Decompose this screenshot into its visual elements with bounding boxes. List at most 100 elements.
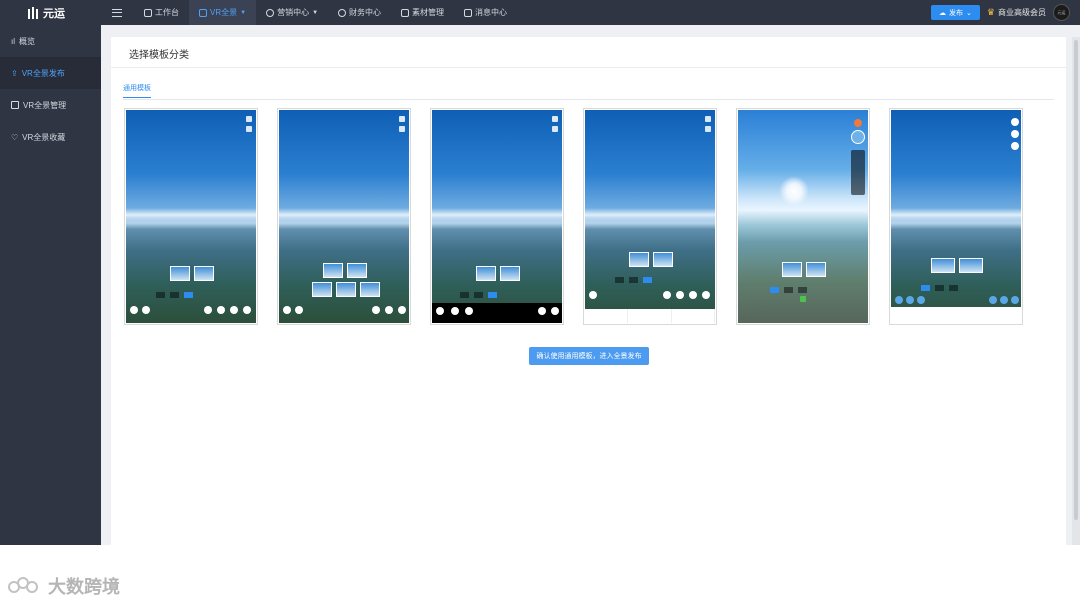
menu-dot-icon	[538, 307, 546, 315]
message-icon	[464, 8, 473, 17]
scene-groups	[615, 277, 652, 283]
menu-dot-icon	[1000, 296, 1008, 304]
template-card[interactable]	[430, 108, 564, 325]
sidebar-item-label: VR全景管理	[23, 100, 67, 110]
menu-dot-icon	[436, 307, 444, 315]
menu-dot-icon	[663, 291, 671, 299]
hamburger-icon	[112, 8, 122, 17]
main-nav: 工作台 VR全景 ▼ 营销中心 ▼ 财务中心 素材管理 消息中心	[134, 0, 517, 25]
publish-label: 发布	[949, 9, 964, 17]
tab-general-template[interactable]: 通用模板	[123, 83, 151, 98]
template-preview	[432, 110, 562, 323]
template-card[interactable]	[889, 108, 1023, 325]
scene-thumbnails	[476, 266, 520, 281]
marketing-icon	[266, 8, 275, 17]
nav-label: 财务中心	[349, 8, 382, 17]
menu-dot-icon	[295, 306, 303, 314]
fullscreen-icon	[705, 116, 711, 122]
menu-dot-icon	[895, 296, 903, 304]
menu-toggle-button[interactable]	[100, 0, 134, 25]
vr-icon	[199, 8, 207, 17]
template-card[interactable]	[583, 108, 717, 325]
fullscreen-icon	[399, 116, 405, 122]
membership-badge[interactable]: ♛ 商业高级会员	[987, 7, 1046, 18]
logo-mark-icon	[28, 6, 39, 19]
menu-dot-icon	[906, 296, 914, 304]
sidebar-item-overview[interactable]: ıl 概览	[0, 25, 101, 57]
app-logo[interactable]: 元运	[0, 0, 100, 25]
avatar[interactable]: 元运	[1053, 4, 1070, 21]
side-toolbar	[851, 150, 865, 195]
chevron-down-icon: ▼	[312, 9, 319, 16]
home-icon	[144, 8, 152, 17]
bar-chart-icon: ıl	[11, 36, 15, 46]
template-tabs: 通用模板	[123, 83, 1054, 100]
scene-thumbnails	[312, 282, 380, 297]
upload-icon: ⇪	[11, 68, 18, 78]
template-card[interactable]	[124, 108, 258, 325]
publish-button[interactable]: ☁ 发布 ⌄	[931, 5, 980, 20]
scene-thumbnails	[170, 266, 214, 281]
menu-dot-icon	[230, 306, 238, 314]
menu-dot-icon	[551, 307, 559, 315]
confirm-template-button[interactable]: 确认使用通用模板，进入全景发布	[529, 347, 649, 365]
nav-label: 营销中心	[277, 8, 310, 17]
template-card[interactable]	[736, 108, 870, 325]
template-preview	[279, 110, 409, 323]
menu-dot-icon	[398, 306, 406, 314]
menu-dot-icon	[989, 296, 997, 304]
menu-dot-icon	[283, 306, 291, 314]
sidebar-item-label: VR全景发布	[21, 68, 65, 78]
sidebar-item-vr-manage[interactable]: VR全景管理	[0, 89, 101, 121]
menu-dot-icon	[204, 306, 212, 314]
watermark: 大数跨境	[8, 573, 120, 599]
heart-icon: ♡	[11, 132, 19, 142]
nav-item-materials[interactable]: 素材管理	[391, 0, 454, 25]
nav-item-workbench[interactable]: 工作台	[134, 0, 189, 25]
sidebar-item-vr-publish[interactable]: ⇪ VR全景发布	[0, 57, 101, 89]
scene-groups	[921, 285, 958, 291]
nav-item-messages[interactable]: 消息中心	[454, 0, 517, 25]
divider	[111, 67, 1066, 68]
nav-label: 工作台	[155, 8, 179, 17]
menu-dot-icon	[1011, 142, 1019, 150]
user-icon	[399, 126, 405, 132]
user-icon	[552, 126, 558, 132]
menu-dot-icon	[917, 296, 925, 304]
membership-label: 商业高级会员	[998, 8, 1046, 17]
sun	[779, 176, 809, 206]
logo-dot-icon	[854, 119, 862, 127]
scene-groups	[460, 292, 497, 298]
template-card[interactable]	[277, 108, 411, 325]
menu-dot-icon	[702, 291, 710, 299]
avatar-text: 元运	[1057, 9, 1066, 15]
folder-icon	[401, 8, 410, 17]
scene-thumbnails	[931, 258, 983, 273]
menu-dot-icon	[589, 291, 597, 299]
logo-text: 元运	[43, 7, 65, 20]
scene-groups	[156, 292, 193, 298]
scene-thumbnails	[629, 252, 673, 267]
menu-dot-icon	[1011, 296, 1019, 304]
nav-label: 消息中心	[475, 8, 508, 17]
template-preview	[126, 110, 256, 323]
scene-thumbnails	[782, 262, 826, 277]
template-preview	[585, 110, 715, 323]
nav-item-vr-panorama[interactable]: VR全景 ▼	[189, 0, 257, 25]
fullscreen-icon	[246, 116, 252, 122]
sidebar-item-label: 概览	[19, 36, 35, 46]
fullscreen-icon	[552, 116, 558, 122]
scrollbar-thumb[interactable]	[1074, 40, 1078, 520]
template-preview	[891, 110, 1021, 323]
nav-item-finance[interactable]: 财务中心	[328, 0, 391, 25]
menu-dot-icon	[451, 307, 459, 315]
top-navigation-bar: 元运 工作台 VR全景 ▼ 营销中心 ▼ 财务中心 素材管理 消息中心 ☁ 发布…	[0, 0, 1080, 25]
bottom-tabbar	[891, 307, 1021, 323]
sidebar-item-vr-favorites[interactable]: ♡ VR全景收藏	[0, 121, 101, 153]
page-title: 选择模板分类	[129, 50, 189, 61]
user-icon	[246, 126, 252, 132]
cloud-upload-icon: ☁	[939, 9, 947, 17]
template-preview	[738, 110, 868, 323]
menu-dot-icon	[142, 306, 150, 314]
nav-item-marketing[interactable]: 营销中心 ▼	[256, 0, 328, 25]
